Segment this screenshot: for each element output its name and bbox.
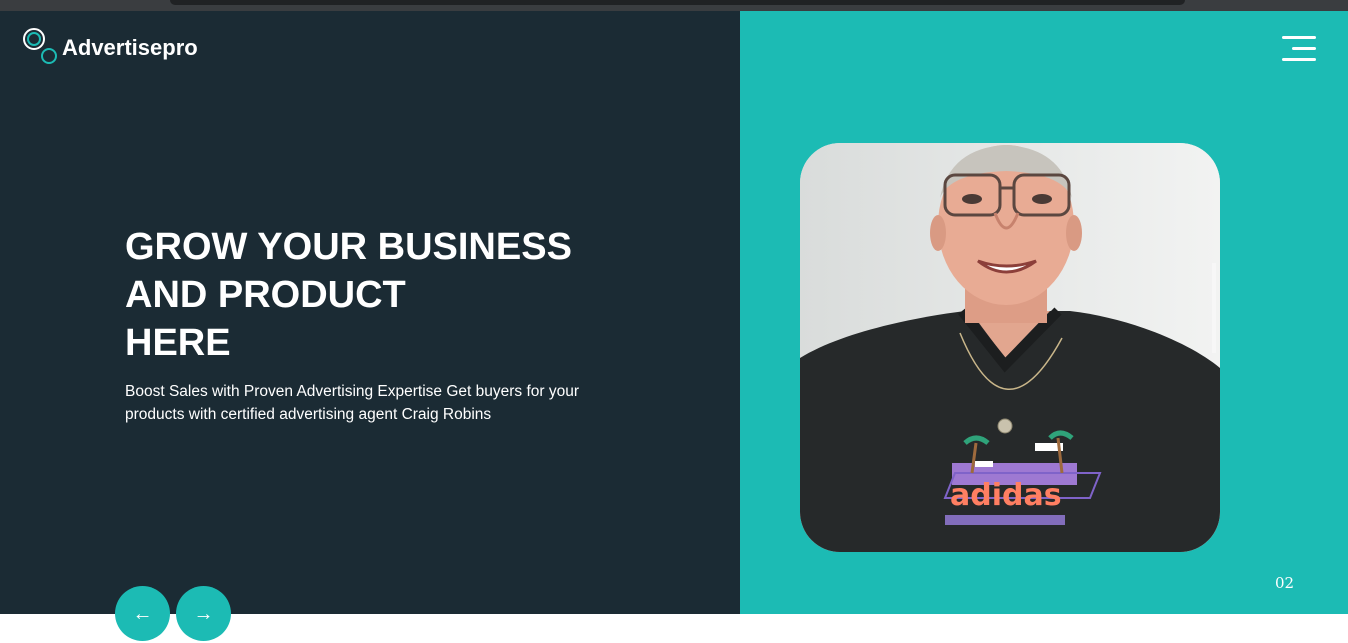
slide-number: 02 xyxy=(1275,574,1295,592)
horizontal-scrollbar[interactable] xyxy=(170,0,1185,5)
logo-circles-icon xyxy=(22,27,60,67)
hero-subtext: Boost Sales with Proven Advertising Expe… xyxy=(125,383,580,423)
person-photo-illustration: adidas xyxy=(800,143,1220,552)
brand-logo[interactable]: Advertisepro xyxy=(22,27,198,67)
arrow-right-icon: → xyxy=(193,602,214,625)
headline-line-3: HERE xyxy=(125,322,231,364)
hamburger-menu-icon[interactable] xyxy=(1282,34,1316,64)
shirt-brand-text: adidas xyxy=(950,478,1062,513)
hero-section: Advertisepro GROW YOUR BUSINESS AND PROD… xyxy=(0,11,1348,614)
headline-line-2: AND PRODUCT xyxy=(125,274,406,316)
browser-top-bar xyxy=(0,0,1348,11)
headline-line-1: GROW YOUR BUSINESS xyxy=(125,226,572,268)
arrow-left-icon: ← xyxy=(132,602,153,625)
hero-headline: GROW YOUR BUSINESS AND PRODUCT HERE xyxy=(125,223,645,367)
brand-name: Advertisepro xyxy=(62,35,198,60)
previous-slide-button[interactable]: ← xyxy=(115,586,170,641)
hero-photo: adidas xyxy=(800,143,1220,552)
next-slide-button[interactable]: → xyxy=(176,586,231,641)
